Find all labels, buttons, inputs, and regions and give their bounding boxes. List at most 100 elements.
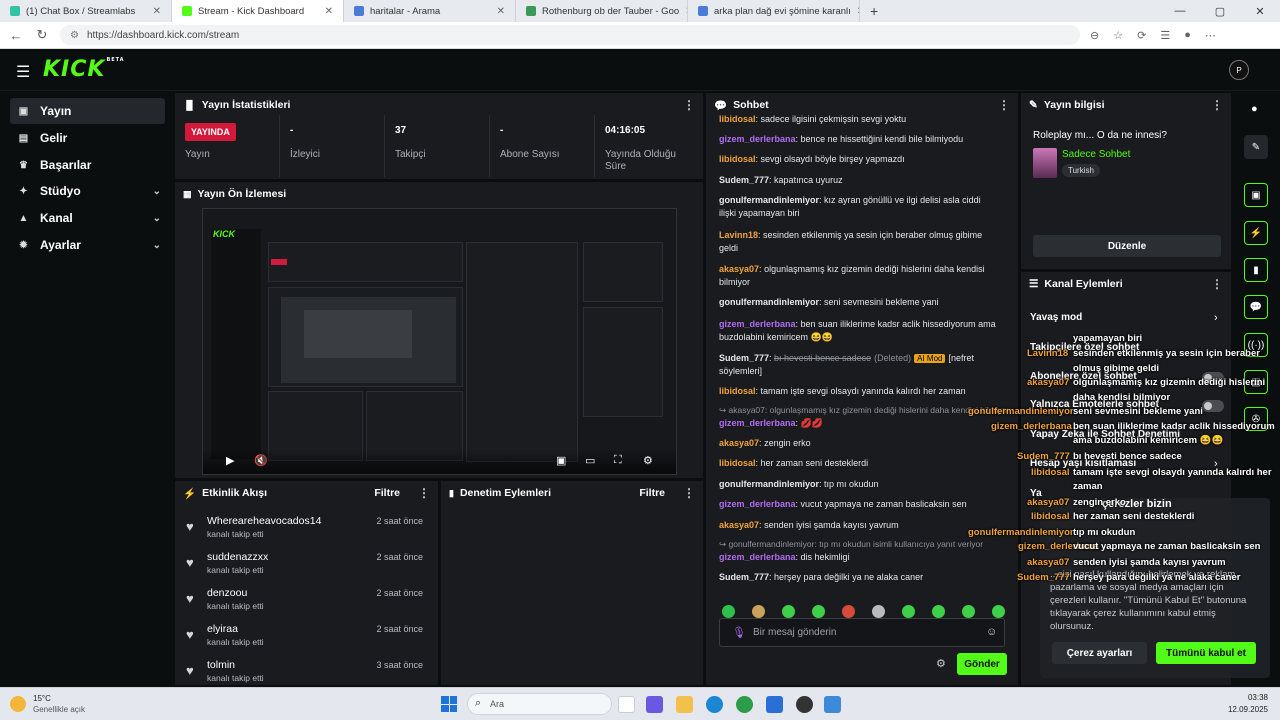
activity-username[interactable]: tolmin (207, 659, 235, 671)
chat-username[interactable]: Lavinn18 (719, 230, 758, 240)
activity-username[interactable]: Whereareheavocados14 (207, 515, 321, 527)
activity-username[interactable]: elyiraa (207, 623, 238, 635)
activity-filter-button[interactable]: Filtre (374, 487, 400, 499)
chat-username[interactable]: akasya07 (719, 520, 759, 530)
emote-icon[interactable] (962, 605, 975, 618)
extensions-icon[interactable]: ⟳ (1137, 29, 1146, 42)
chat-username[interactable]: akasya07 (719, 438, 759, 448)
mute-icon[interactable]: 🔇 (254, 454, 268, 467)
play-icon[interactable]: ▶ (226, 454, 234, 467)
url-field[interactable]: ⚙ https://dashboard.kick.com/stream (60, 25, 1080, 45)
pip-icon[interactable]: ▣ (556, 454, 566, 467)
chat-username[interactable]: akasya07 (719, 264, 759, 274)
activity-username[interactable]: denzoou (207, 587, 247, 599)
chat-username[interactable]: gizem_derlerbana (719, 499, 796, 509)
kick-logo[interactable]: KICKBETA (43, 57, 125, 82)
browser-tab[interactable]: (1) Chat Box / Streamlabs ✕ (0, 0, 172, 22)
chat-username[interactable]: Sudem_777 (719, 353, 769, 363)
chat-username[interactable]: gonulfermandinlemiyor (719, 479, 819, 489)
fullscreen-icon[interactable]: ⛶ (614, 454, 622, 467)
task-view-icon[interactable] (618, 696, 635, 713)
sidebar-item-2[interactable]: ♛ Başarılar (10, 152, 165, 178)
chat-username[interactable]: libidosal (719, 386, 756, 396)
emote-icon[interactable] (932, 605, 945, 618)
file-explorer-icon[interactable] (676, 696, 693, 713)
sidebar-item-3[interactable]: ✦ Stüdyo ⌄ (10, 178, 165, 204)
edit-button[interactable]: Düzenle (1033, 235, 1221, 257)
emote-icon[interactable] (752, 605, 765, 618)
emote-icon[interactable] (812, 605, 825, 618)
app-icon[interactable] (824, 696, 841, 713)
whatsapp-icon[interactable] (736, 696, 753, 713)
sidebar-item-1[interactable]: ▤ Gelir (10, 125, 165, 151)
obs-icon[interactable] (796, 696, 813, 713)
edge-icon[interactable] (706, 696, 723, 713)
tab-close-icon[interactable]: ✕ (153, 6, 161, 17)
cookie-settings-button[interactable]: Çerez ayarları (1052, 642, 1147, 664)
tool-chat-icon[interactable]: 💬 (1244, 295, 1268, 319)
emote-icon[interactable] (872, 605, 885, 618)
theater-icon[interactable]: ▭ (585, 454, 595, 467)
sidebar-item-4[interactable]: ▲ Kanal ⌄ (10, 205, 165, 231)
minimize-icon[interactable]: — (1160, 0, 1200, 22)
windows-start-icon[interactable] (441, 696, 457, 712)
emote-icon[interactable] (722, 605, 735, 618)
browser-tab[interactable]: Stream - Kick Dashboard ✕ (172, 0, 344, 22)
slow-mode-chevron-icon[interactable]: › (1214, 312, 1218, 324)
hamburger-menu-icon[interactable]: ☰ (16, 62, 30, 82)
chat-username[interactable]: gizem_derlerbana (719, 319, 796, 329)
star-icon[interactable]: ☆ (1113, 29, 1123, 42)
emoji-picker-icon[interactable]: ☺ (986, 626, 997, 638)
moderation-more-icon[interactable]: ⋮ (683, 486, 695, 500)
chat-username[interactable]: gizem_derlerbana (719, 552, 796, 562)
new-tab-button[interactable]: + (860, 0, 888, 22)
microphone-icon[interactable]: 🎙 (732, 626, 746, 639)
chevron-down-icon[interactable]: ⌄ (153, 240, 161, 251)
maximize-icon[interactable]: ▢ (1200, 0, 1240, 22)
send-button[interactable]: Gönder (957, 653, 1007, 675)
sidebar-item-5[interactable]: ✹ Ayarlar ⌄ (10, 232, 165, 258)
emote-icon[interactable] (902, 605, 915, 618)
info-icon[interactable]: ● (1251, 103, 1258, 115)
channel-action-row[interactable]: Yavaş mod (1030, 312, 1082, 323)
taskbar-search[interactable]: ⌕ Ara (467, 693, 612, 715)
channel-actions-more-icon[interactable]: ⋮ (1211, 277, 1223, 291)
tool-stats-icon[interactable]: ▮ (1244, 258, 1268, 282)
tool-edit-icon[interactable]: ✎ (1244, 135, 1268, 159)
activity-more-icon[interactable]: ⋮ (418, 486, 430, 500)
profile-icon[interactable]: ● (1184, 29, 1191, 42)
store-icon[interactable] (766, 696, 783, 713)
settings-gear-icon[interactable]: ⚙ (643, 454, 653, 467)
stream-info-more-icon[interactable]: ⋮ (1211, 98, 1223, 112)
chat-username[interactable]: Sudem_777 (719, 572, 769, 582)
chat-username[interactable]: gizem_derlerbana (719, 418, 796, 428)
chat-username[interactable]: libidosal (719, 114, 756, 124)
close-window-icon[interactable]: ✕ (1240, 0, 1280, 22)
reload-icon[interactable]: ↻ (34, 27, 50, 43)
chat-username[interactable]: libidosal (719, 154, 756, 164)
sidebar-item-0[interactable]: ▣ Yayın (10, 98, 165, 124)
favorites-icon[interactable]: ☰ (1160, 29, 1170, 42)
copilot-icon[interactable] (646, 696, 663, 713)
chevron-down-icon[interactable]: ⌄ (153, 213, 161, 224)
chat-username[interactable]: gonulfermandinlemiyor (719, 195, 819, 205)
category-name[interactable]: Sadece Sohbet (1062, 149, 1130, 160)
stream-preview-video[interactable]: KICK ▶ 🔇 ▣ ▭ ⛶ ⚙ (202, 208, 677, 475)
tab-close-icon[interactable]: ✕ (325, 6, 333, 17)
chat-username[interactable]: gonulfermandinlemiyor (719, 297, 819, 307)
weather-icon[interactable] (10, 696, 26, 712)
site-info-icon[interactable]: ⚙ (70, 30, 79, 41)
activity-username[interactable]: suddenazzxx (207, 551, 268, 563)
browser-tab[interactable]: Rothenburg ob der Tauber - Goo✕ (516, 0, 688, 22)
browser-tab[interactable]: haritalar - Arama ✕ (344, 0, 516, 22)
zoom-icon[interactable]: ⊖ (1090, 29, 1099, 42)
back-icon[interactable]: ← (8, 28, 24, 43)
emote-icon[interactable] (842, 605, 855, 618)
tool-preview-icon[interactable]: ▣ (1244, 183, 1268, 207)
chat-settings-icon[interactable]: ⚙ (936, 657, 946, 670)
browser-tab[interactable]: arka plan dağ evi şömine karanlı✕ (688, 0, 860, 22)
chat-username[interactable]: Sudem_777 (719, 175, 769, 185)
tab-close-icon[interactable]: ✕ (497, 6, 505, 17)
chat-input[interactable]: 🎙 Bir mesaj gönderin ☺ (719, 618, 1005, 647)
chat-username[interactable]: gizem_derlerbana (719, 134, 796, 144)
